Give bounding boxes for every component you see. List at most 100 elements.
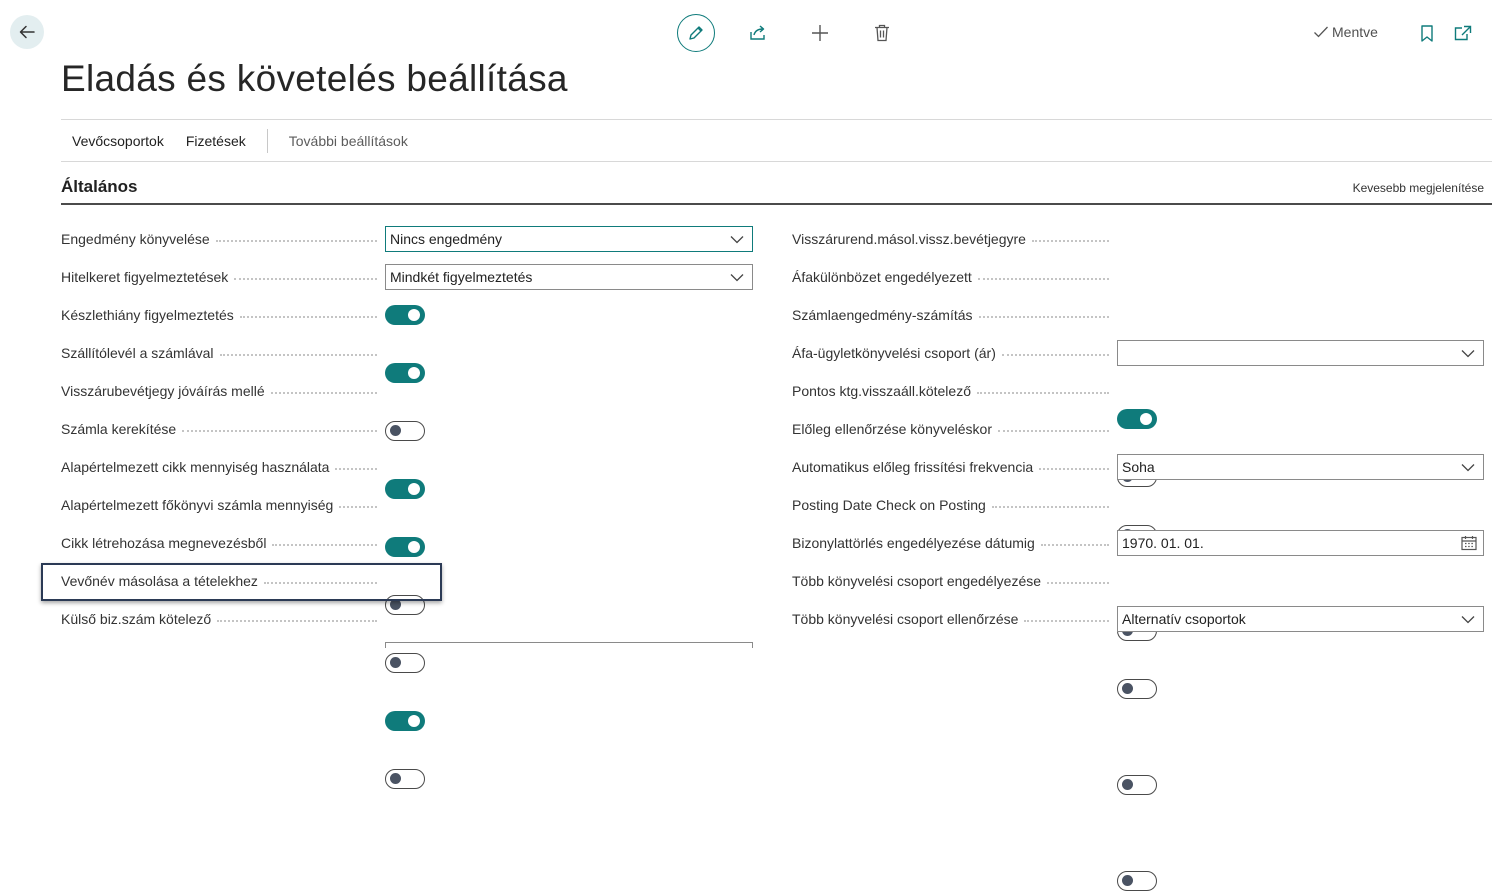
field-label: Külső biz.szám kötelező [61, 606, 385, 632]
toggle-switch[interactable] [385, 595, 425, 615]
label-leader-dots [234, 278, 377, 280]
label-leader-dots [998, 430, 1109, 432]
toggle-switch[interactable] [1117, 679, 1157, 699]
show-less-link[interactable]: Kevesebb megjelenítése [1353, 181, 1484, 195]
toggle-switch[interactable] [385, 421, 425, 441]
trash-icon [875, 24, 889, 42]
toggle-switch[interactable] [385, 769, 425, 789]
field-label: Áfakülönbözet engedélyezett [792, 264, 1117, 290]
toggle-switch[interactable] [385, 653, 425, 673]
toggle-knob [390, 657, 401, 668]
pencil-icon [689, 26, 703, 40]
dropdown-value: Mindkét figyelmeztetés [390, 269, 533, 285]
field-label: Több könyvelési csoport ellenőrzése [792, 606, 1117, 632]
toggle-knob [408, 715, 420, 727]
new-button[interactable] [807, 20, 833, 46]
edit-button[interactable] [677, 14, 715, 52]
page-title: Eladás és követelés beállítása [61, 58, 568, 99]
label-leader-dots [976, 392, 1109, 394]
toggle-knob [408, 483, 420, 495]
label-leader-dots [270, 392, 377, 394]
action-separator [266, 129, 268, 153]
section-title[interactable]: Általános [61, 177, 138, 197]
cutoff-field[interactable] [385, 642, 753, 648]
field-label-text: Külső biz.szám kötelező [61, 611, 212, 627]
label-leader-dots [339, 506, 377, 508]
label-leader-dots [263, 582, 377, 584]
label-leader-dots [335, 468, 377, 470]
toggle-switch[interactable] [385, 363, 425, 383]
dropdown-select[interactable]: Alternatív csoportok [1117, 606, 1484, 632]
field-label-text: Előleg ellenőrzése könyveléskor [792, 421, 992, 437]
field-label-text: Visszárubevétjegy jóváírás mellé [61, 383, 265, 399]
toggle-switch[interactable] [385, 305, 425, 325]
calendar-icon[interactable] [1461, 535, 1477, 551]
checkmark-icon [1314, 26, 1328, 38]
field-label-text: Számla kerekítése [61, 421, 177, 437]
field-label: Pontos ktg.visszaáll.kötelező [792, 378, 1117, 404]
label-leader-dots [977, 278, 1109, 280]
dropdown-value: Nincs engedmény [390, 231, 503, 247]
date-value: 1970. 01. 01. [1122, 535, 1204, 551]
field-label-text: Készlethiány figyelmeztetés [61, 307, 234, 323]
label-leader-dots [978, 316, 1109, 318]
dropdown-select[interactable]: Mindkét figyelmeztetés [385, 264, 753, 290]
toggle-knob [408, 309, 420, 321]
field-label-text: Több könyvelési csoport engedélyezése [792, 573, 1042, 589]
chevron-down-icon [1461, 615, 1475, 623]
field-label-text: Szállítólevél a számlával [61, 345, 214, 361]
field-label-text: Automatikus előleg frissítési frekvencia [792, 459, 1034, 475]
delete-button[interactable] [869, 20, 895, 46]
dropdown-select[interactable]: Nincs engedmény [385, 226, 753, 252]
field-label: Hitelkeret figyelmeztetések [61, 264, 385, 290]
action-payments[interactable]: Fizetések [175, 133, 257, 149]
field-label-text: Visszárurend.másol.vissz.bevétjegyre [792, 231, 1026, 247]
field-label-text: Cikk létrehozása megnevezésből [61, 535, 267, 551]
date-field[interactable]: 1970. 01. 01. [1117, 530, 1484, 556]
field-label: Posting Date Check on Posting [792, 492, 1117, 518]
label-leader-dots [219, 354, 377, 356]
toggle-switch[interactable] [1117, 409, 1157, 429]
bookmark-icon [1421, 24, 1433, 42]
back-button[interactable] [10, 15, 44, 49]
chevron-down-icon [1461, 349, 1475, 357]
action-bar: Vevőcsoportok Fizetések További beállítá… [61, 129, 419, 153]
label-leader-dots [1001, 354, 1109, 356]
bookmark-button[interactable] [1416, 20, 1438, 46]
field-label: Előleg ellenőrzése könyveléskor [792, 416, 1117, 442]
label-leader-dots [1040, 544, 1109, 546]
general-fields: Engedmény könyvelése Nincs engedmény Hitel… [0, 0, 1492, 891]
toggle-knob [390, 599, 401, 610]
field-label: Bizonylattörlés engedélyezése dátumig [792, 530, 1117, 556]
label-leader-dots [215, 240, 377, 242]
toggle-knob [1122, 875, 1133, 886]
field-label: Több könyvelési csoport engedélyezése [792, 568, 1117, 594]
popout-button[interactable] [1450, 20, 1476, 46]
action-divider [61, 161, 1492, 162]
chevron-down-icon [730, 273, 744, 281]
field-label: Automatikus előleg frissítési frekvencia [792, 454, 1117, 480]
toggle-switch[interactable] [1117, 775, 1157, 795]
toggle-switch[interactable] [385, 711, 425, 731]
dropdown-select[interactable]: Soha [1117, 454, 1484, 480]
field-label: Áfa-ügyletkönyvelési csoport (ár) [792, 340, 1117, 366]
field-label: Vevőnév másolása a tételekhez [61, 568, 385, 594]
dropdown-select[interactable] [1117, 340, 1484, 366]
action-more-settings[interactable]: További beállítások [278, 133, 419, 149]
section-divider [61, 203, 1492, 205]
toggle-switch[interactable] [385, 479, 425, 499]
action-customer-groups[interactable]: Vevőcsoportok [61, 133, 175, 149]
field-label: Készlethiány figyelmeztetés [61, 302, 385, 328]
share-button[interactable] [745, 20, 771, 46]
label-leader-dots [1039, 468, 1109, 470]
label-leader-dots [991, 506, 1109, 508]
field-label: Visszárubevétjegy jóváírás mellé [61, 378, 385, 404]
toggle-switch[interactable] [385, 537, 425, 557]
field-label: Engedmény könyvelése [61, 226, 385, 252]
title-divider [61, 119, 1492, 120]
toggle-knob [1122, 683, 1133, 694]
toggle-switch[interactable] [1117, 871, 1157, 891]
label-leader-dots [272, 544, 377, 546]
field-label: Számla kerekítése [61, 416, 385, 442]
field-label-text: Több könyvelési csoport ellenőrzése [792, 611, 1019, 627]
